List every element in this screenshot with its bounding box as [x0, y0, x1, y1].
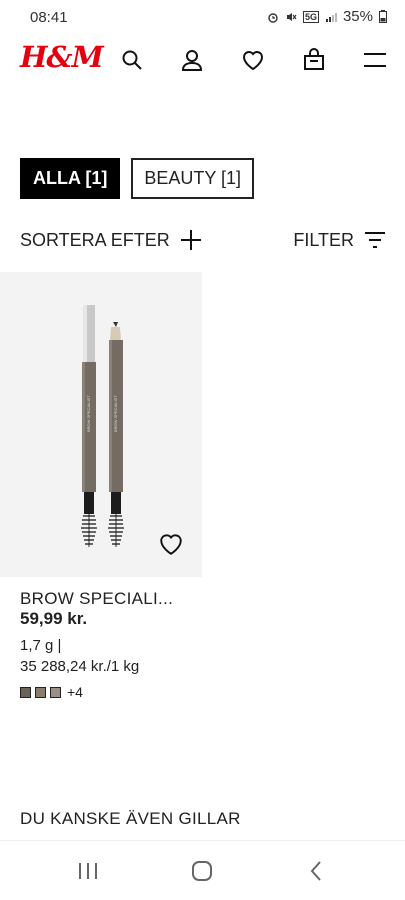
product-unit-price: 35 288,24 kr./1 kg — [20, 658, 140, 675]
menu-button[interactable] — [361, 46, 389, 74]
sort-filter-bar: SORTERA EFTER FILTER — [20, 226, 386, 254]
hm-logo[interactable]: H&M — [20, 40, 104, 74]
heart-outline-icon — [160, 534, 182, 555]
cart-button[interactable] — [300, 46, 328, 74]
status-bar: 08:41 5G 35% — [0, 0, 405, 34]
add-to-favorites-button[interactable] — [158, 532, 186, 560]
recents-icon — [79, 863, 97, 879]
battery-icon — [379, 10, 387, 23]
alarm-icon — [268, 12, 278, 23]
color-swatches: +4 — [20, 684, 83, 700]
color-swatch[interactable] — [20, 686, 31, 698]
product-price: 59,99 kr. — [20, 609, 88, 628]
battery-percent: 35% — [342, 8, 373, 25]
signal-icon — [325, 12, 337, 22]
sort-label: SORTERA EFTER — [20, 229, 170, 250]
favorites-button[interactable] — [239, 46, 267, 74]
mute-icon — [286, 12, 297, 21]
app-header: H&M — [0, 36, 405, 84]
search-icon — [122, 50, 142, 70]
home-icon — [192, 861, 212, 881]
product-size: 1,7 g | — [20, 637, 62, 654]
filter-icon — [365, 232, 385, 248]
recents-button[interactable] — [72, 855, 104, 887]
filter-button[interactable]: FILTER — [293, 230, 386, 251]
svg-text:BROW SPECIALIST: BROW SPECIALIST — [86, 395, 91, 432]
plus-icon — [180, 230, 201, 250]
more-colors-count[interactable]: +4 — [67, 684, 83, 700]
status-icons: 5G 35% — [267, 8, 387, 25]
color-swatch[interactable] — [35, 686, 46, 698]
5g-icon: 5G — [302, 10, 319, 23]
account-button[interactable] — [178, 46, 206, 74]
back-button[interactable] — [300, 855, 332, 887]
home-button[interactable] — [186, 855, 218, 887]
search-button[interactable] — [118, 46, 146, 74]
product-name[interactable]: BROW SPECIALI... — [20, 589, 173, 609]
product-card[interactable]: BROW SPECIALIST BROW SPECIALIST — [0, 272, 202, 577]
sort-button[interactable]: SORTERA EFTER — [20, 229, 202, 251]
account-icon — [181, 50, 203, 71]
color-swatch[interactable] — [50, 686, 61, 698]
back-icon — [310, 861, 321, 881]
system-nav-bar — [0, 840, 405, 900]
status-time: 08:41 — [30, 9, 68, 26]
heart-icon — [242, 51, 264, 71]
recommendations-title: DU KANSKE ÄVEN GILLAR — [20, 809, 241, 828]
chip-beauty[interactable]: BEAUTY [1] — [131, 158, 255, 199]
filter-label: FILTER — [293, 229, 354, 250]
menu-icon — [364, 53, 386, 67]
category-chips: ALLA [1] BEAUTY [1] — [20, 158, 255, 199]
bag-icon — [304, 48, 324, 70]
chip-all[interactable]: ALLA [1] — [20, 158, 121, 199]
svg-text:BROW SPECIALIST: BROW SPECIALIST — [113, 395, 118, 432]
